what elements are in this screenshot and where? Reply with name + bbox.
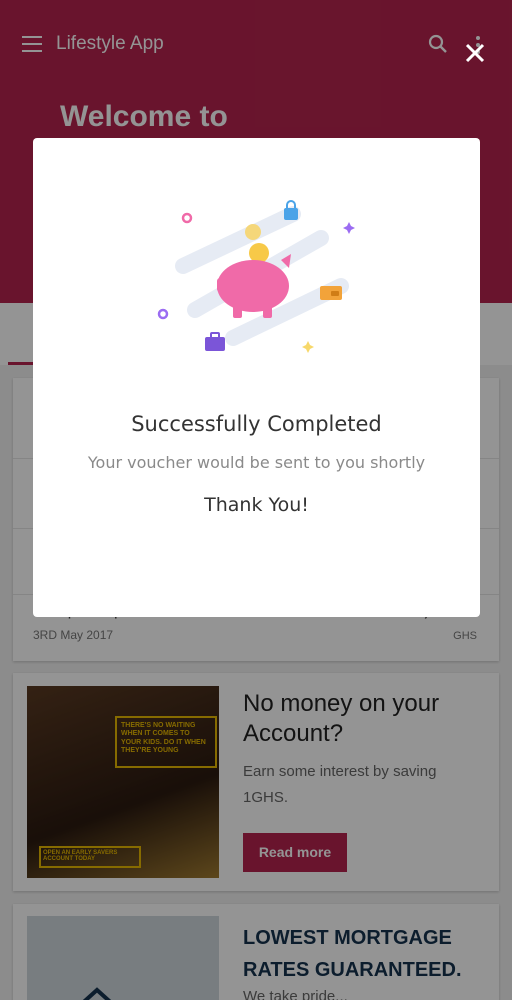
briefcase-icon [205,332,225,351]
sparkle-icon [343,222,355,234]
dialog-thanks: Thank You! [204,494,309,516]
card-icon [320,286,342,300]
success-dialog: Successfully Completed Your voucher woul… [33,138,480,617]
dialog-title: Successfully Completed [131,412,382,436]
lock-icon [284,200,298,220]
dialog-subtitle: Your voucher would be sent to you shortl… [87,453,426,472]
ring-decoration [157,308,169,320]
ring-decoration [181,212,193,224]
piggy-bank-illustration [157,200,355,353]
coin [249,243,269,263]
sparkle-icon [302,341,314,353]
close-icon[interactable] [460,38,490,68]
coin [245,224,261,240]
